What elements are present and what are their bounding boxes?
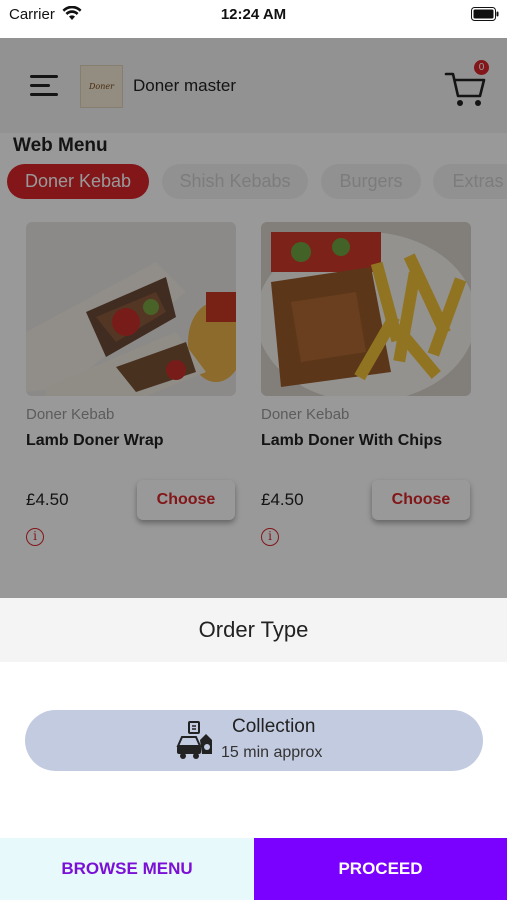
collection-car-icon	[176, 720, 216, 760]
battery-icon	[471, 7, 499, 26]
order-type-sheet: Collection 15 min approx	[0, 662, 507, 838]
status-time: 12:24 AM	[220, 6, 287, 23]
proceed-button[interactable]: PROCEED	[254, 838, 507, 900]
order-type-header: Order Type	[0, 598, 507, 662]
browse-menu-button[interactable]: BROWSE MENU	[0, 838, 254, 900]
collection-label: Collection	[232, 716, 316, 737]
bottom-action-bar: BROWSE MENU PROCEED	[0, 838, 507, 900]
order-type-title: Order Type	[198, 617, 309, 642]
modal-backdrop[interactable]	[0, 38, 507, 598]
status-bar: Carrier 12:24 AM	[0, 0, 507, 38]
collection-time-estimate: 15 min approx	[221, 744, 323, 761]
collection-option-button[interactable]: Collection 15 min approx	[25, 710, 483, 771]
